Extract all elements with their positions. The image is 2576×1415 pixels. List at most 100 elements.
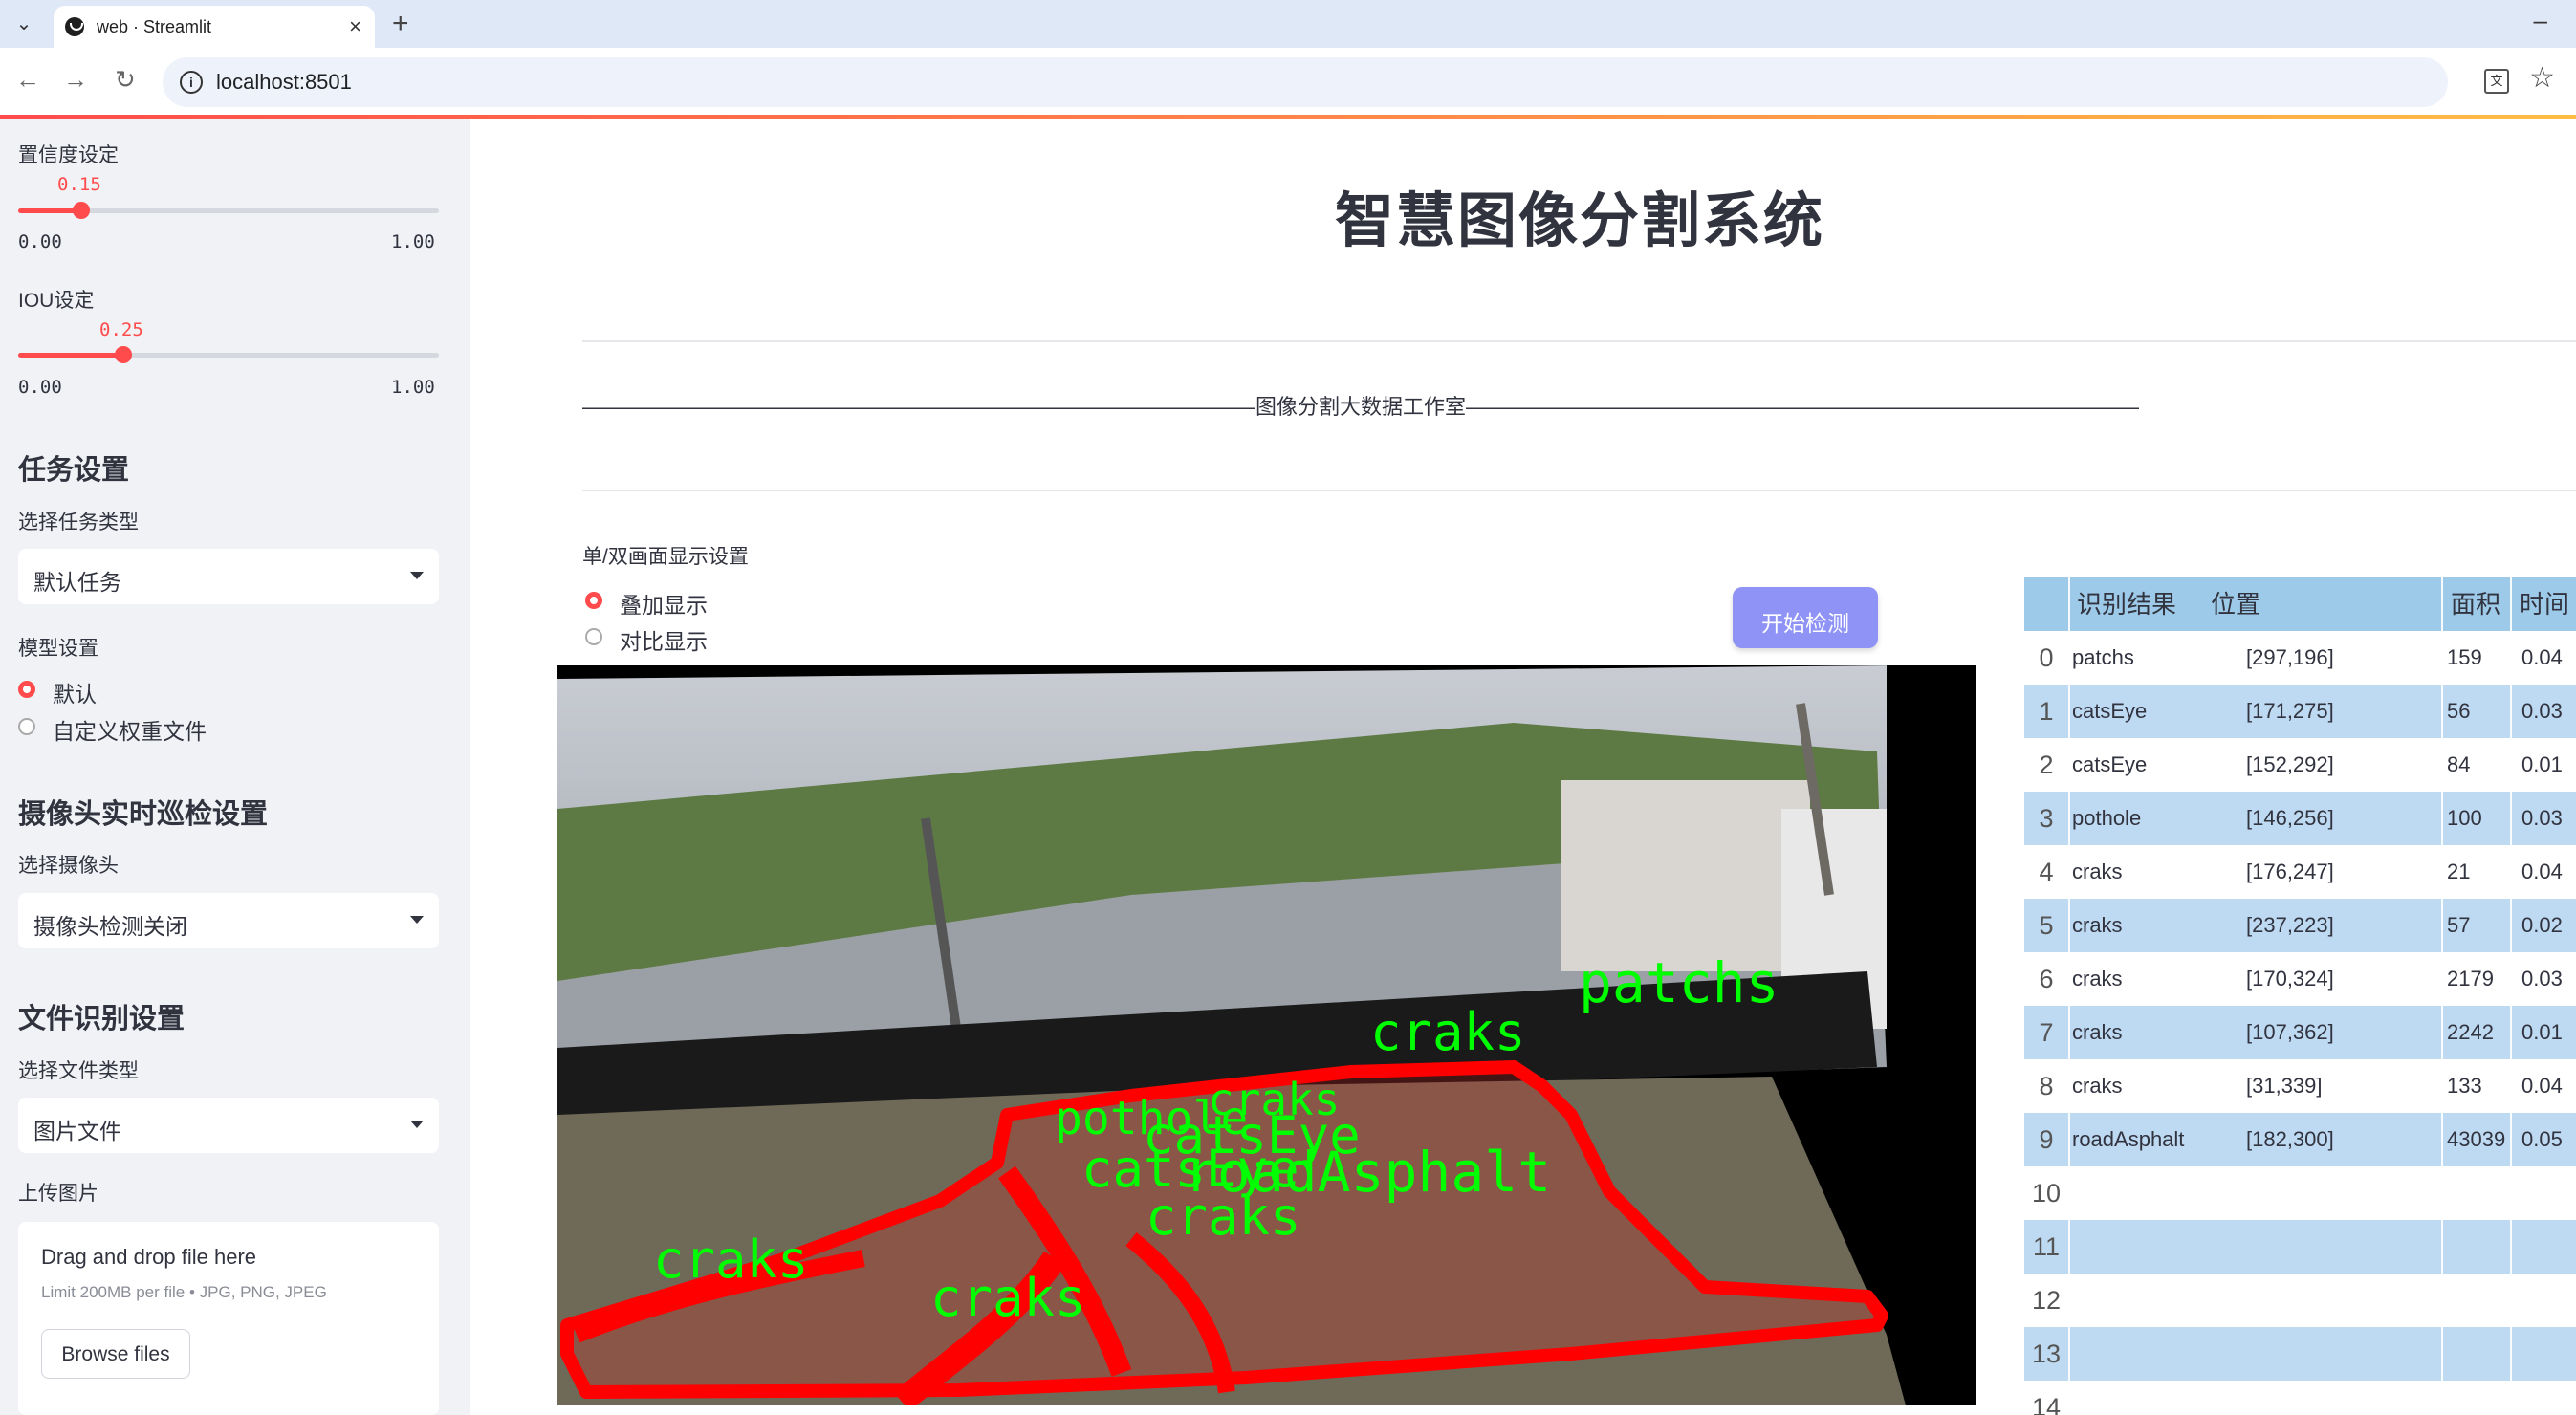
table-row[interactable]: 3 pothole [146,256] 100 0.03 <box>2024 792 2576 845</box>
table-row[interactable]: 12 <box>2024 1274 2576 1327</box>
results-table[interactable]: 识别结果 位置 面积 时间 0 patchs [297,196] 159 0.04 1 ca… <box>2024 577 2576 1415</box>
file-dropzone[interactable]: Drag and drop file here Limit 200MB per … <box>18 1222 439 1415</box>
address-bar[interactable]: i localhost:8501 <box>163 57 2448 107</box>
area-cell: 21 <box>2447 860 2471 883</box>
sidebar: 置信度设定 0.15 0.00 1.00 IOU设定 0.25 0.00 1.0… <box>0 119 470 1415</box>
translate-icon[interactable]: 文 <box>2484 69 2509 94</box>
segmentation-result-image: patchs craks craks pothole catsEye catsE… <box>557 665 1976 1405</box>
iou-slider-thumb[interactable] <box>115 346 132 363</box>
result-cell: patchs <box>2072 645 2134 669</box>
table-row[interactable]: 0 patchs [297,196] 159 0.04 <box>2024 631 2576 685</box>
tab-list-chevron-icon[interactable]: ⌄ <box>11 11 36 36</box>
header-time: 时间 <box>2520 590 2570 619</box>
row-index: 9 <box>2039 1125 2054 1154</box>
row-index: 10 <box>2031 1179 2062 1208</box>
table-row[interactable]: 4 craks [176,247] 21 0.04 <box>2024 845 2576 899</box>
header-result: 识别结果 <box>2077 590 2177 619</box>
confidence-slider[interactable] <box>18 202 439 219</box>
header-position: 位置 <box>2211 590 2261 619</box>
chevron-down-icon <box>410 572 424 579</box>
row-index: 11 <box>2032 1232 2061 1261</box>
start-detection-label: 开始检测 <box>1761 611 1849 636</box>
overlay-label: patchs <box>1579 950 1779 1015</box>
row-index: 2 <box>2039 751 2054 779</box>
close-tab-icon[interactable]: × <box>349 14 361 39</box>
url-text[interactable]: localhost:8501 <box>216 70 352 95</box>
iou-value: 0.25 <box>99 319 143 340</box>
time-cell: 0.02 <box>2521 913 2563 937</box>
area-cell: 56 <box>2447 699 2471 723</box>
time-cell: 0.03 <box>2521 967 2563 990</box>
position-cell: [146,256] <box>2246 806 2334 830</box>
radio-unselected-icon[interactable] <box>585 628 602 645</box>
time-cell: 0.01 <box>2521 1020 2563 1044</box>
table-row[interactable]: 5 craks [237,223] 57 0.02 <box>2024 899 2576 952</box>
camera-select-value: 摄像头检测关闭 <box>33 914 187 939</box>
table-row[interactable]: 11 <box>2024 1220 2576 1274</box>
position-cell: [170,324] <box>2246 967 2334 990</box>
column-divider <box>2441 577 2443 1415</box>
radio-selected-icon[interactable] <box>18 681 35 698</box>
confidence-slider-thumb[interactable] <box>73 202 90 219</box>
row-index: 12 <box>2031 1286 2062 1315</box>
start-detection-button[interactable]: 开始检测 <box>1733 587 1878 648</box>
table-row[interactable]: 2 catsEye [152,292] 84 0.01 <box>2024 738 2576 792</box>
iou-slider[interactable] <box>18 346 439 363</box>
table-row[interactable]: 1 catsEye [171,275] 56 0.03 <box>2024 685 2576 738</box>
row-index: 6 <box>2039 965 2054 993</box>
result-cell: craks <box>2072 860 2123 883</box>
position-cell: [31,339] <box>2246 1074 2323 1098</box>
area-cell: 100 <box>2447 806 2482 830</box>
forward-icon[interactable]: → <box>63 65 88 95</box>
row-index: 5 <box>2039 911 2054 940</box>
radio-unselected-icon[interactable] <box>18 718 35 735</box>
header-area: 面积 <box>2451 590 2501 619</box>
result-cell: craks <box>2072 1020 2123 1044</box>
model-option-label: 自定义权重文件 <box>53 719 207 744</box>
table-row[interactable]: 14 <box>2024 1381 2576 1415</box>
confidence-max: 1.00 <box>391 231 435 252</box>
result-cell: craks <box>2072 913 2123 937</box>
divider <box>582 490 2576 491</box>
time-cell: 0.04 <box>2521 1074 2563 1098</box>
model-option-label: 默认 <box>53 682 97 707</box>
table-row[interactable]: 8 craks [31,339] 133 0.04 <box>2024 1059 2576 1113</box>
area-cell: 133 <box>2447 1074 2482 1098</box>
column-divider <box>2068 577 2070 1415</box>
area-cell: 159 <box>2447 645 2482 669</box>
task-type-select[interactable]: 默认任务 <box>18 549 439 604</box>
row-index: 13 <box>2031 1339 2062 1368</box>
browser-tab-bar: ⌄ web · Streamlit × + – <box>0 0 2576 48</box>
row-index: 4 <box>2039 858 2054 886</box>
confidence-min: 0.00 <box>18 231 62 252</box>
display-mode-label: 单/双画面显示设置 <box>582 546 749 568</box>
file-type-select[interactable]: 图片文件 <box>18 1098 439 1153</box>
back-icon[interactable]: ← <box>15 65 40 95</box>
camera-select[interactable]: 摄像头检测关闭 <box>18 893 439 948</box>
position-cell: [297,196] <box>2246 645 2334 669</box>
reload-icon[interactable]: ↻ <box>115 65 136 95</box>
file-heading: 文件识别设置 <box>18 1004 186 1034</box>
table-row[interactable]: 13 <box>2024 1327 2576 1381</box>
table-row[interactable]: 10 <box>2024 1166 2576 1220</box>
table-row[interactable]: 9 roadAsphalt [182,300] 43039 0.05 <box>2024 1113 2576 1166</box>
iou-label: IOU设定 <box>18 290 95 312</box>
browse-files-button[interactable]: Browse files <box>41 1329 190 1379</box>
bookmark-star-icon[interactable]: ☆ <box>2529 61 2555 95</box>
file-type-label: 选择文件类型 <box>18 1060 139 1082</box>
table-row[interactable]: 6 craks [170,324] 2179 0.03 <box>2024 952 2576 1006</box>
display-option-label: 对比显示 <box>620 629 708 654</box>
new-tab-icon[interactable]: + <box>392 8 409 40</box>
site-info-icon[interactable]: i <box>180 71 203 94</box>
radio-selected-icon[interactable] <box>585 592 602 609</box>
result-cell: craks <box>2072 967 2123 990</box>
minimize-icon[interactable]: – <box>2534 6 2547 35</box>
row-index: 7 <box>2039 1018 2054 1047</box>
confidence-value: 0.15 <box>57 174 101 195</box>
table-row[interactable]: 7 craks [107,362] 2242 0.01 <box>2024 1006 2576 1059</box>
position-cell: [176,247] <box>2246 860 2334 883</box>
area-cell: 84 <box>2447 752 2471 776</box>
overlay-label: craks <box>1370 1002 1526 1062</box>
browser-tab[interactable]: web · Streamlit × <box>54 6 375 48</box>
chevron-down-icon <box>410 916 424 924</box>
